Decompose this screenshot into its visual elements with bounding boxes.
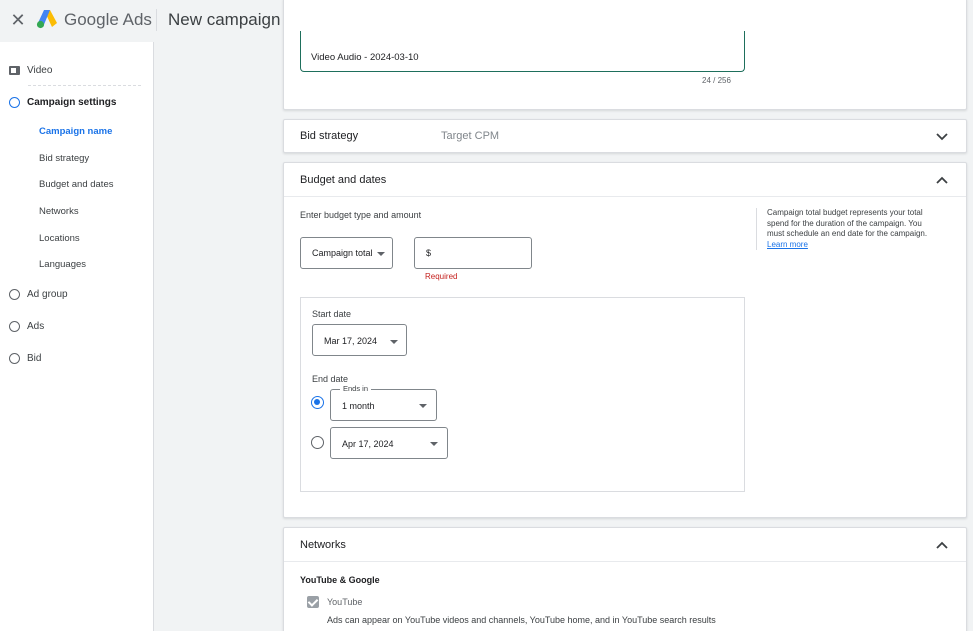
step-circle-icon: [9, 288, 20, 300]
sidebar-step-label: Video: [27, 64, 53, 76]
end-date-picker[interactable]: Apr 17, 2024: [330, 427, 448, 459]
bid-strategy-title: Bid strategy: [300, 130, 359, 142]
dates-box: Start date Mar 17, 2024 End date Ends in…: [300, 297, 745, 492]
campaign-name-card: Video Audio - 2024-03-10 24 / 256: [283, 0, 967, 110]
card-divider: [284, 561, 966, 562]
sidebar-step-label: Ads: [27, 320, 45, 332]
sidebar-item-networks[interactable]: Networks: [39, 206, 79, 217]
sidebar-divider: [28, 85, 141, 86]
budget-help-text: Enter budget type and amount: [300, 210, 422, 220]
sidebar-item-budget-and-dates[interactable]: Budget and dates: [39, 179, 113, 190]
ends-in-radio[interactable]: [311, 396, 324, 409]
budget-type-value: Campaign total: [312, 248, 373, 258]
budget-info-note: Campaign total budget represents your to…: [756, 208, 936, 250]
video-icon: [9, 65, 20, 75]
chevron-up-icon[interactable]: [936, 176, 948, 184]
ends-in-legend: Ends in: [340, 384, 372, 393]
end-date-radio[interactable]: [311, 436, 324, 449]
dropdown-caret-icon: [419, 404, 427, 408]
youtube-description: Ads can appear on YouTube videos and cha…: [327, 615, 716, 625]
sidebar-item-locations[interactable]: Locations: [39, 233, 80, 244]
bid-strategy-value: Target CPM: [441, 130, 500, 142]
step-circle-icon: [9, 352, 20, 364]
budget-note-text: Campaign total budget represents your to…: [767, 208, 928, 238]
campaign-name-value: Video Audio - 2024-03-10: [311, 52, 419, 63]
dropdown-caret-icon: [390, 340, 398, 344]
start-date-picker[interactable]: Mar 17, 2024: [312, 324, 407, 356]
budget-type-select[interactable]: Campaign total: [300, 237, 393, 269]
sidebar: Video Campaign settings Campaign name Bi…: [0, 42, 154, 631]
start-date-label: Start date: [312, 309, 352, 319]
page-title: New campaign: [168, 10, 281, 29]
brand-name: Google Ads: [64, 10, 152, 29]
sidebar-step-ads[interactable]: Ads: [9, 318, 44, 334]
ends-in-select[interactable]: Ends in 1 month: [330, 384, 437, 421]
sidebar-step-label: Campaign settings: [27, 96, 117, 108]
network-group-title: YouTube & Google: [300, 575, 380, 585]
campaign-name-field[interactable]: Video Audio - 2024-03-10: [300, 31, 745, 72]
start-date-value: Mar 17, 2024: [324, 336, 378, 346]
chevron-down-icon[interactable]: [936, 133, 948, 141]
step-active-circle-icon: [9, 96, 20, 108]
ends-in-value: 1 month: [342, 401, 375, 411]
card-divider: [284, 196, 966, 197]
sidebar-item-bid-strategy[interactable]: Bid strategy: [39, 153, 89, 164]
youtube-checkbox[interactable]: [307, 596, 319, 608]
networks-card: Networks YouTube & Google YouTube Ads ca…: [283, 527, 967, 631]
learn-more-link[interactable]: Learn more: [767, 240, 808, 249]
dropdown-caret-icon: [377, 252, 385, 256]
character-counter: 24 / 256: [702, 76, 731, 85]
sidebar-step-video[interactable]: Video: [9, 62, 52, 78]
budget-title: Budget and dates: [300, 174, 387, 186]
bid-strategy-card[interactable]: Bid strategy Target CPM: [283, 119, 967, 153]
chevron-up-icon[interactable]: [936, 541, 948, 549]
budget-and-dates-card: Budget and dates Enter budget type and a…: [283, 162, 967, 518]
required-error: Required: [425, 272, 458, 281]
sidebar-step-campaign-settings[interactable]: Campaign settings: [9, 94, 116, 110]
sidebar-step-bid[interactable]: Bid: [9, 350, 41, 366]
sidebar-step-ad-group[interactable]: Ad group: [9, 286, 68, 302]
dropdown-caret-icon: [430, 442, 438, 446]
networks-title: Networks: [300, 539, 346, 551]
google-ads-logo: [36, 10, 57, 29]
sidebar-item-languages[interactable]: Languages: [39, 259, 86, 270]
step-circle-icon: [9, 320, 20, 332]
currency-symbol: $: [426, 248, 432, 258]
sidebar-item-campaign-name[interactable]: Campaign name: [39, 126, 112, 137]
close-icon[interactable]: ✕: [9, 11, 27, 29]
end-date-label: End date: [312, 374, 349, 384]
budget-amount-input[interactable]: $: [414, 237, 532, 269]
youtube-label: YouTube: [327, 597, 363, 607]
sidebar-step-label: Bid: [27, 352, 42, 364]
end-date-value: Apr 17, 2024: [342, 439, 394, 449]
sidebar-step-label: Ad group: [27, 288, 68, 300]
header-divider: [156, 9, 157, 31]
